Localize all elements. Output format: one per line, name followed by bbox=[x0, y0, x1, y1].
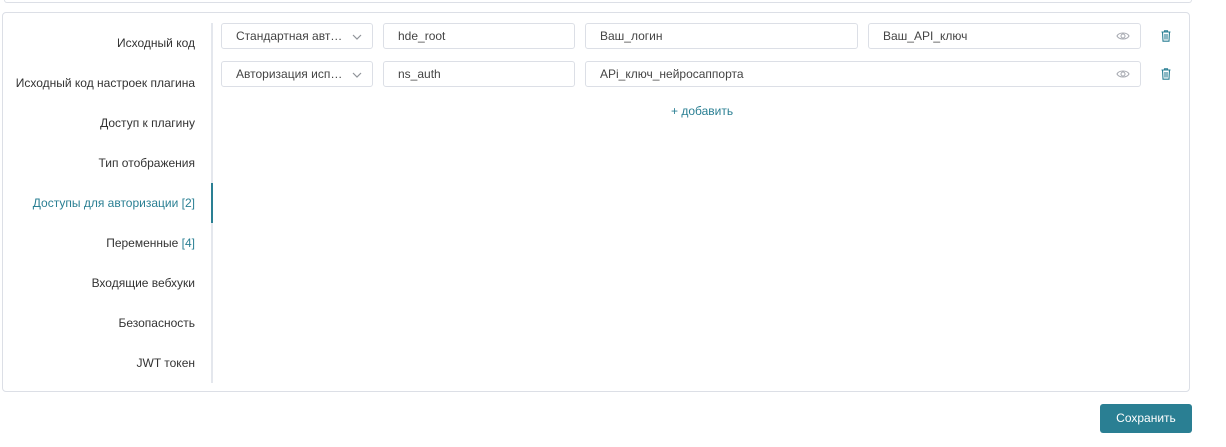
sidebar-item-label: Исходный код bbox=[117, 36, 195, 50]
sidebar-item-label: Исходный код настроек плагина bbox=[15, 76, 195, 90]
settings-panel: Исходный код Исходный код настроек плаги… bbox=[2, 12, 1190, 392]
sidebar-item-label: JWT токен bbox=[136, 356, 196, 370]
api-key-placeholder: APi_ключ_нейросаппорта bbox=[600, 67, 744, 81]
sidebar-item-auth-access[interactable]: Доступы для авторизации [2] bbox=[33, 183, 195, 223]
sidebar-item-count: [2] bbox=[181, 196, 195, 210]
login-input[interactable]: Ваш_логин bbox=[585, 23, 858, 49]
api-key-placeholder: Ваш_API_ключ bbox=[883, 29, 968, 43]
save-button[interactable]: Сохранить bbox=[1100, 404, 1192, 433]
sidebar-item-label: Входящие вебхуки bbox=[91, 276, 195, 290]
sidebar-item-label: Переменные bbox=[106, 236, 179, 250]
sidebar-item-display-type[interactable]: Тип отображения bbox=[98, 143, 195, 183]
eye-icon[interactable] bbox=[1116, 30, 1130, 42]
active-indicator bbox=[211, 183, 213, 223]
sidebar-item-label: Доступы для авторизации bbox=[32, 196, 179, 210]
auth-type-select[interactable]: Стандартная авторизация bbox=[221, 23, 373, 49]
sidebar-item-plugin-access[interactable]: Доступ к плагину bbox=[100, 103, 195, 143]
sidebar-item-security[interactable]: Безопасность bbox=[118, 303, 195, 343]
auth-name-input[interactable]: ns_auth bbox=[383, 61, 575, 87]
sidebar-item-label: Безопасность bbox=[118, 316, 195, 330]
login-placeholder: Ваш_логин bbox=[600, 29, 663, 43]
eye-icon[interactable] bbox=[1116, 68, 1130, 80]
previous-panel-edge bbox=[4, 0, 1192, 3]
auth-name-value: hde_root bbox=[398, 29, 446, 43]
chevron-down-icon bbox=[352, 34, 362, 40]
auth-name-input[interactable]: hde_root bbox=[383, 23, 575, 49]
sidebar-nav: Исходный код Исходный код настроек плаги… bbox=[3, 23, 213, 383]
sidebar-item-jwt-token[interactable]: JWT токен bbox=[137, 343, 196, 383]
sidebar-item-count: [4] bbox=[181, 236, 195, 250]
sidebar-item-variables[interactable]: Переменные [4] bbox=[106, 223, 195, 263]
trash-icon[interactable] bbox=[1161, 68, 1171, 80]
api-key-input[interactable]: Ваш_API_ключ bbox=[868, 23, 1141, 49]
sidebar-item-source-code[interactable]: Исходный код bbox=[117, 23, 195, 63]
add-auth-link[interactable]: + добавить bbox=[671, 104, 733, 118]
auth-type-select[interactable]: Авторизация используя bbox=[221, 61, 373, 87]
auth-type-value: Авторизация используя bbox=[236, 67, 368, 81]
api-key-input[interactable]: APi_ключ_нейросаппорта bbox=[585, 61, 1141, 87]
chevron-down-icon bbox=[352, 72, 362, 78]
sidebar-item-label: Тип отображения bbox=[98, 156, 195, 170]
sidebar-item-plugin-settings-source[interactable]: Исходный код настроек плагина bbox=[16, 63, 195, 103]
sidebar-item-incoming-webhooks[interactable]: Входящие вебхуки bbox=[92, 263, 195, 303]
auth-name-value: ns_auth bbox=[398, 67, 441, 81]
sidebar-item-label: Доступ к плагину bbox=[100, 116, 195, 130]
trash-icon[interactable] bbox=[1161, 30, 1171, 42]
